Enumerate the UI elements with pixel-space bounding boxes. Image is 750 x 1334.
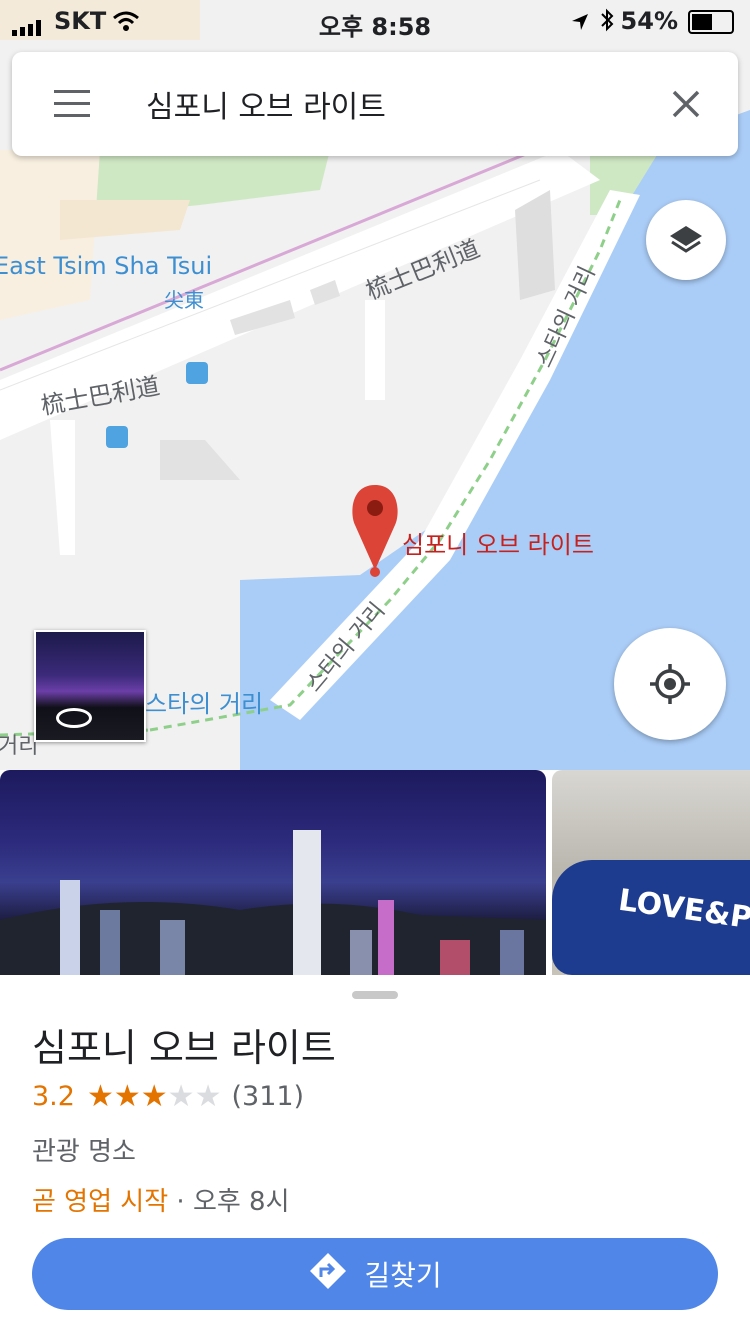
map-label-area-zh: 尖東 [164,288,204,312]
search-query-text[interactable]: 심포니 오브 라이트 [146,82,386,126]
map-label-avenue-4: 거리 [0,734,39,759]
rating-stars: ★ ★ ★ ★ ★ [86,1078,222,1114]
star-filled-icon: ★ [140,1078,168,1114]
star-empty-icon: ★ [167,1078,195,1114]
status-bar: SKT 오후 8:58 54% [0,0,750,42]
map-place-label[interactable]: 심포니 오브 라이트 [402,525,594,560]
layers-icon [668,222,704,262]
place-category: 관광 명소 [32,1137,136,1167]
review-count: (311) [231,1081,305,1112]
hours-time: 오후 8시 [192,1187,290,1217]
star-filled-icon: ★ [113,1078,141,1114]
rating-value: 3.2 [32,1081,75,1112]
crosshair-location-icon [648,662,692,710]
star-empty-icon: ★ [194,1078,222,1114]
my-location-button[interactable] [614,628,726,740]
map-label-avenue-3: 스타의 거리 [145,690,264,718]
place-hours: 곧 영업 시작 · 오후 8시 [32,1181,290,1218]
photo-carousel[interactable]: LOVE&P [0,770,750,975]
rotate-360-icon [56,708,92,728]
sheet-drag-handle[interactable] [352,991,398,999]
search-bar[interactable]: 심포니 오브 라이트 [12,52,738,156]
street-view-thumbnail[interactable] [34,630,146,742]
clear-search-close-icon[interactable] [670,88,702,124]
photo-skyline[interactable] [0,770,546,975]
star-filled-icon: ★ [86,1078,114,1114]
directions-button[interactable]: 길찾기 [32,1238,718,1310]
hours-separator: · [168,1187,193,1217]
place-bottom-sheet[interactable]: 심포니 오브 라이트 3.2 ★ ★ ★ ★ ★ (311) 관광 명소 곧 영… [0,975,750,1334]
bluetooth-icon [600,8,614,38]
photo-love-sculpture[interactable]: LOVE&P [552,770,750,975]
layers-button[interactable] [646,200,726,280]
directions-icon [308,1251,348,1298]
rating-row[interactable]: 3.2 ★ ★ ★ ★ ★ (311) [32,1081,304,1112]
place-title: 심포니 오브 라이트 [32,1026,336,1070]
location-arrow-icon [570,10,590,38]
directions-label: 길찾기 [364,1259,442,1292]
skyline-graphic [0,830,546,975]
map-label-area-en: East Tsim Sha Tsui [0,252,213,280]
battery-percent: 54% [620,7,678,35]
hours-status: 곧 영업 시작 [32,1187,169,1217]
menu-icon[interactable] [54,90,90,118]
battery-icon [688,10,734,34]
